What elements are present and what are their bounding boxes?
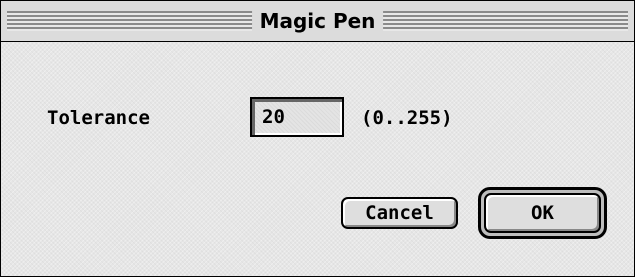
tolerance-input[interactable] (262, 106, 332, 128)
cancel-button[interactable]: Cancel (341, 197, 458, 229)
magic-pen-dialog: Magic Pen Tolerance (0..255) Cancel OK (0, 0, 635, 277)
tolerance-label: Tolerance (47, 107, 150, 129)
ok-button[interactable]: OK (484, 193, 601, 233)
tolerance-range-hint: (0..255) (361, 107, 453, 129)
tolerance-field[interactable] (250, 97, 344, 137)
title-bar[interactable]: Magic Pen (1, 1, 634, 42)
window-title: Magic Pen (251, 9, 384, 33)
